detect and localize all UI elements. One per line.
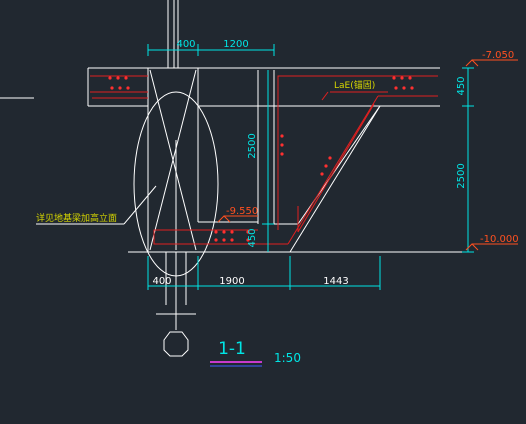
- dim-text-inner-small: 450: [247, 228, 258, 247]
- level-text-bottom: -10.000: [480, 234, 519, 245]
- see-note-label: 详见地基梁加高立面: [36, 212, 117, 224]
- rebar-wall-slab-top: [277, 75, 438, 230]
- dim-text-bottom-right: 1443: [323, 276, 348, 287]
- dim-text-bottom-left: 400: [152, 276, 171, 287]
- dim-text-top-right: 1200: [223, 39, 248, 50]
- dimension-lines: [147, 44, 474, 290]
- level-text-mid: -9.550: [226, 206, 258, 217]
- rebar-group: [90, 75, 438, 245]
- see-note-annotation: 详见地基梁加高立面: [36, 185, 157, 225]
- dim-text-top-left: 400: [176, 39, 195, 50]
- section-drawing: 400 1200 450 2500 2500 450 400 1900 1443…: [0, 0, 519, 367]
- dim-text-bottom-mid: 1900: [219, 276, 244, 287]
- rebar-dots: [108, 76, 414, 242]
- rebar-slope-inner: [297, 103, 375, 233]
- section-title: 1-1: [218, 339, 246, 359]
- section-title-block: 1-1 1:50: [210, 339, 301, 367]
- dim-text-inner-main: 2500: [247, 133, 258, 158]
- level-mark-top: -7.050: [465, 50, 518, 67]
- anchorage-label: LaE(锚固): [334, 79, 375, 91]
- dim-text-right-top: 450: [456, 76, 467, 95]
- level-mark-bottom: -10.000: [465, 234, 519, 251]
- slope-outer-line: [289, 105, 381, 253]
- dim-text-right-main: 2500: [456, 163, 467, 188]
- pile-head-symbol: [163, 331, 189, 357]
- rebar-slope-outer: [287, 95, 379, 245]
- cad-drawing-canvas: 400 1200 450 2500 2500 450 400 1900 1443…: [0, 0, 526, 424]
- slope-inner-line: [297, 105, 381, 225]
- level-mark-mid: -9.550: [217, 206, 258, 223]
- level-text-top: -7.050: [482, 50, 514, 61]
- section-scale: 1:50: [274, 351, 301, 365]
- anchorage-annotation: LaE(锚固): [321, 79, 388, 101]
